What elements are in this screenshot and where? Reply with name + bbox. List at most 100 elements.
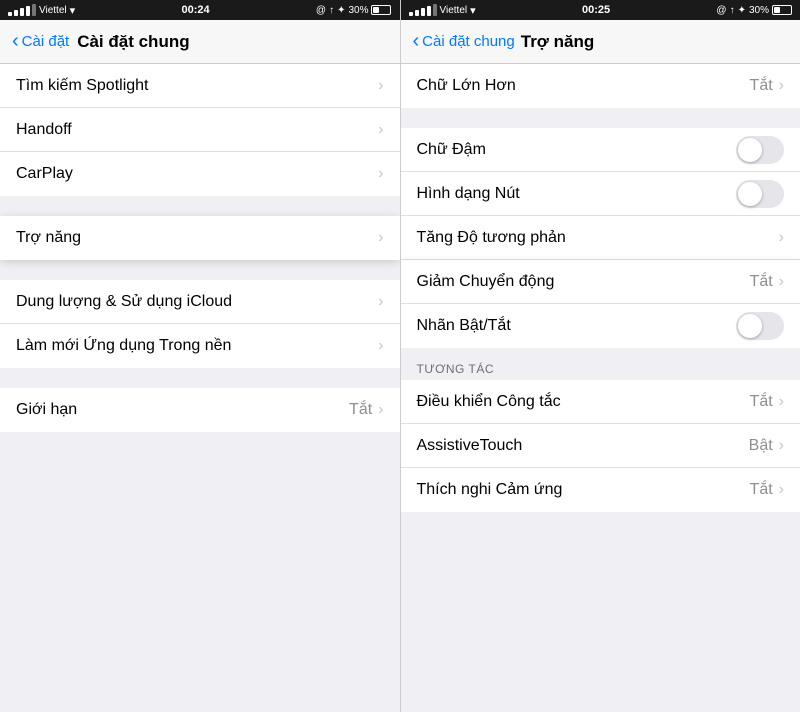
nhan-bat-tat-label: Nhãn Bật/Tắt bbox=[417, 317, 737, 335]
handoff-chevron-icon: › bbox=[378, 121, 383, 139]
gioi-han-label: Giới hạn bbox=[16, 401, 349, 419]
right-status-bar: Viettel ▾ 00:25 @ ↑ ✦ 30% bbox=[401, 0, 800, 20]
left-carrier: Viettel bbox=[39, 5, 67, 16]
left-spacer-1 bbox=[0, 196, 400, 216]
carplay-chevron-icon: › bbox=[378, 165, 383, 183]
settings-item-tang-do[interactable]: Tăng Độ tương phản › bbox=[401, 216, 800, 260]
battery-icon bbox=[371, 5, 391, 15]
left-status-left: Viettel ▾ bbox=[8, 4, 75, 17]
left-panel: Viettel ▾ 00:24 @ ↑ ✦ 30% ‹ Cài đặt Cài … bbox=[0, 0, 400, 712]
right-back-arrow-icon: ‹ bbox=[413, 31, 420, 51]
settings-item-lam-moi[interactable]: Làm mới Ứng dụng Trong nền › bbox=[0, 324, 400, 368]
dieu-khien-label: Điều khiển Công tắc bbox=[417, 393, 750, 411]
battery-text: 30% bbox=[348, 5, 368, 16]
gioi-han-value: Tắt bbox=[349, 401, 372, 419]
left-content: Tìm kiếm Spotlight › Handoff › CarPlay ›… bbox=[0, 64, 400, 712]
right-bt-icon: ✦ bbox=[738, 5, 746, 16]
right-panel: Viettel ▾ 00:25 @ ↑ ✦ 30% ‹ Cài đặt chun… bbox=[401, 0, 800, 712]
settings-item-chu-dam[interactable]: Chữ Đậm bbox=[401, 128, 800, 172]
settings-item-tim-kiem[interactable]: Tìm kiếm Spotlight › bbox=[0, 64, 400, 108]
settings-item-giam-chuyen-dong[interactable]: Giảm Chuyển động Tắt › bbox=[401, 260, 800, 304]
signal-icon bbox=[8, 4, 36, 16]
settings-item-chu-lon-hon[interactable]: Chữ Lớn Hơn Tắt › bbox=[401, 64, 800, 108]
settings-item-handoff[interactable]: Handoff › bbox=[0, 108, 400, 152]
settings-item-assistive-touch[interactable]: AssistiveTouch Bật › bbox=[401, 424, 800, 468]
chu-dam-toggle[interactable] bbox=[736, 136, 784, 164]
lam-moi-chevron-icon: › bbox=[378, 337, 383, 355]
left-group-2: Dung lượng & Sử dụng iCloud › Làm mới Ứn… bbox=[0, 280, 400, 368]
settings-item-gioi-han[interactable]: Giới hạn Tắt › bbox=[0, 388, 400, 432]
right-location-icon: @ bbox=[716, 5, 726, 16]
carplay-label: CarPlay bbox=[16, 165, 378, 183]
right-time: 00:25 bbox=[582, 4, 610, 16]
left-back-button[interactable]: ‹ Cài đặt bbox=[12, 33, 69, 51]
assistive-touch-label: AssistiveTouch bbox=[417, 437, 749, 455]
left-spacer-2 bbox=[0, 260, 400, 280]
thich-nghi-label: Thích nghi Cảm ứng bbox=[417, 481, 750, 499]
wifi-icon: ▾ bbox=[70, 4, 76, 17]
assistive-touch-chevron-icon: › bbox=[779, 437, 784, 455]
left-status-bar: Viettel ▾ 00:24 @ ↑ ✦ 30% bbox=[0, 0, 400, 20]
right-carrier: Viettel bbox=[440, 5, 468, 16]
right-group-tuong-tac: Điều khiển Công tắc Tắt › AssistiveTouch… bbox=[401, 380, 800, 512]
tim-kiem-label: Tìm kiếm Spotlight bbox=[16, 77, 378, 95]
right-group-main: Chữ Đậm Hình dạng Nút Tăng Độ tương phản… bbox=[401, 128, 800, 348]
left-back-arrow-icon: ‹ bbox=[12, 31, 19, 51]
left-group-1: Tìm kiếm Spotlight › Handoff › CarPlay › bbox=[0, 64, 400, 196]
nhan-bat-tat-toggle[interactable] bbox=[736, 312, 784, 340]
settings-item-thich-nghi[interactable]: Thích nghi Cảm ứng Tắt › bbox=[401, 468, 800, 512]
handoff-label: Handoff bbox=[16, 121, 378, 139]
left-group-3: Giới hạn Tắt › bbox=[0, 388, 400, 432]
left-spacer-3 bbox=[0, 368, 400, 388]
chu-lon-hon-label: Chữ Lớn Hơn bbox=[417, 77, 750, 95]
giam-chuyen-dong-chevron-icon: › bbox=[779, 273, 784, 291]
gioi-han-chevron-icon: › bbox=[378, 401, 383, 419]
left-nav-title: Cài đặt chung bbox=[77, 32, 189, 52]
chu-lon-hon-value: Tắt bbox=[750, 77, 773, 95]
dieu-khien-chevron-icon: › bbox=[779, 393, 784, 411]
dung-luong-chevron-icon: › bbox=[378, 293, 383, 311]
right-battery-text: 30% bbox=[749, 5, 769, 16]
right-signal-icon bbox=[409, 4, 437, 16]
tang-do-label: Tăng Độ tương phản bbox=[417, 229, 779, 247]
bt-icon: ✦ bbox=[337, 5, 345, 16]
hinh-dang-nut-toggle[interactable] bbox=[736, 180, 784, 208]
right-status-right: @ ↑ ✦ 30% bbox=[716, 5, 792, 16]
left-status-right: @ ↑ ✦ 30% bbox=[316, 5, 392, 16]
tim-kiem-chevron-icon: › bbox=[378, 77, 383, 95]
chu-dam-label: Chữ Đậm bbox=[417, 141, 737, 159]
left-nav-bar: ‹ Cài đặt Cài đặt chung bbox=[0, 20, 400, 64]
right-arrow-icon: ↑ bbox=[730, 5, 735, 16]
arrow-icon: ↑ bbox=[329, 5, 334, 16]
giam-chuyen-dong-value: Tắt bbox=[750, 273, 773, 291]
tang-do-chevron-icon: › bbox=[779, 229, 784, 247]
right-back-button[interactable]: ‹ Cài đặt chung bbox=[413, 33, 515, 51]
lam-moi-label: Làm mới Ứng dụng Trong nền bbox=[16, 337, 378, 355]
right-nav-title: Trợ năng bbox=[521, 32, 594, 52]
tro-nang-chevron-icon: › bbox=[378, 229, 383, 247]
tro-nang-label: Trợ năng bbox=[16, 229, 378, 247]
settings-item-carplay[interactable]: CarPlay › bbox=[0, 152, 400, 196]
right-wifi-icon: ▾ bbox=[470, 4, 476, 17]
settings-item-dung-luong[interactable]: Dung lượng & Sử dụng iCloud › bbox=[0, 280, 400, 324]
left-back-label: Cài đặt bbox=[22, 33, 70, 50]
location-icon: @ bbox=[316, 5, 326, 16]
hinh-dang-nut-label: Hình dạng Nút bbox=[417, 185, 737, 203]
dung-luong-label: Dung lượng & Sử dụng iCloud bbox=[16, 293, 378, 311]
section-header-text: TƯƠNG TÁC bbox=[417, 362, 494, 376]
chu-lon-hon-chevron-icon: › bbox=[779, 77, 784, 95]
left-group-tro-nang: Trợ năng › bbox=[0, 216, 400, 260]
right-content: Chữ Lớn Hơn Tắt › Chữ Đậm Hình dạng Nút … bbox=[401, 64, 800, 712]
assistive-touch-value: Bật bbox=[749, 437, 773, 455]
settings-item-nhan-bat-tat[interactable]: Nhãn Bật/Tắt bbox=[401, 304, 800, 348]
settings-item-tro-nang[interactable]: Trợ năng › bbox=[0, 216, 400, 260]
left-time: 00:24 bbox=[181, 4, 209, 16]
right-battery-icon bbox=[772, 5, 792, 15]
dieu-khien-value: Tắt bbox=[750, 393, 773, 411]
settings-item-hinh-dang-nut[interactable]: Hình dạng Nút bbox=[401, 172, 800, 216]
right-group-top: Chữ Lớn Hơn Tắt › bbox=[401, 64, 800, 108]
thich-nghi-chevron-icon: › bbox=[779, 481, 784, 499]
right-status-left: Viettel ▾ bbox=[409, 4, 476, 17]
settings-item-dieu-khien[interactable]: Điều khiển Công tắc Tắt › bbox=[401, 380, 800, 424]
thich-nghi-value: Tắt bbox=[750, 481, 773, 499]
